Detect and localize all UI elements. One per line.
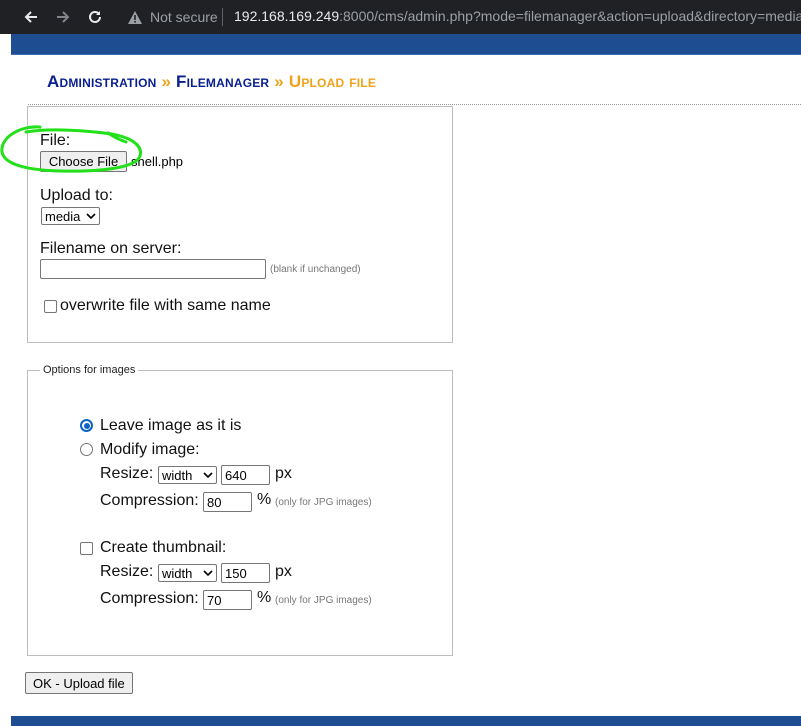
chevron-down-icon [203, 570, 213, 577]
breadcrumb-separator: » [161, 72, 172, 91]
overwrite-label: overwrite file with same name [60, 297, 271, 314]
security-label: Not secure [150, 9, 218, 25]
back-arrow-icon[interactable] [20, 6, 42, 28]
image-options-legend: Options for images [40, 364, 139, 376]
footer-bar [11, 716, 801, 726]
forward-arrow-icon[interactable] [52, 6, 74, 28]
breadcrumb-current: Upload file [288, 72, 377, 91]
resize-unit: px [275, 465, 292, 482]
url-host: 192.168.169.249 [234, 8, 340, 24]
file-fieldset: File: Choose File shell.php Upload to: m… [27, 106, 453, 343]
create-thumbnail-label: Create thumbnail: [100, 539, 227, 556]
resize-mode-select[interactable]: width [158, 466, 217, 484]
security-indicator[interactable]: Not secure [127, 8, 218, 26]
choose-file-button[interactable]: Choose File [40, 151, 127, 172]
header-bar [11, 34, 801, 55]
leave-image-radio[interactable] [80, 419, 93, 432]
reload-icon[interactable] [84, 6, 106, 28]
compression-hint: (only for JPG images) [275, 497, 372, 508]
thumb-compression-label: Compression: [100, 590, 199, 607]
modify-image-radio[interactable] [80, 443, 93, 456]
breadcrumb-filemanager[interactable]: Filemanager [176, 72, 269, 91]
resize-mode-value: width [162, 467, 193, 483]
thumb-resize-mode-value: width [162, 565, 193, 581]
resize-value-input[interactable]: 640 [221, 465, 270, 485]
resize-label: Resize: [100, 465, 154, 482]
thumb-resize-mode-select[interactable]: width [158, 564, 217, 582]
warning-icon [128, 10, 142, 24]
upload-to-value: media [45, 208, 81, 224]
modify-image-label: Modify image: [100, 441, 200, 458]
chevron-down-icon [86, 213, 96, 220]
breadcrumb: Administration » Filemanager » Upload fi… [47, 72, 376, 92]
filename-hint: (blank if unchanged) [270, 264, 361, 275]
thumb-resize-label: Resize: [100, 563, 154, 580]
breadcrumb-administration[interactable]: Administration [47, 72, 157, 91]
breadcrumb-separator: » [274, 72, 284, 91]
chevron-down-icon [203, 472, 213, 479]
upload-submit-button[interactable]: OK - Upload file [25, 672, 133, 694]
upload-to-select[interactable]: media [41, 207, 100, 225]
compression-label: Compression: [100, 492, 199, 509]
upload-to-label: Upload to: [40, 187, 113, 204]
image-options-fieldset: Options for images Leave image as it is … [27, 364, 453, 656]
url-path: :8000/cms/admin.php?mode=filemanager&act… [339, 8, 801, 24]
compression-unit: % [257, 491, 272, 508]
filename-input[interactable] [40, 259, 266, 279]
browser-toolbar: Not secure 192.168.169.249:8000/cms/admi… [0, 0, 801, 34]
heading-divider [28, 104, 801, 105]
thumb-compression-hint: (only for JPG images) [275, 595, 372, 606]
overwrite-checkbox[interactable] [44, 300, 57, 313]
create-thumbnail-checkbox[interactable] [80, 542, 93, 555]
compression-input[interactable]: 80 [203, 492, 252, 512]
thumb-compression-unit: % [257, 589, 272, 606]
filename-label: Filename on server: [40, 240, 182, 257]
chosen-file-name: shell.php [131, 154, 184, 169]
thumb-resize-unit: px [275, 563, 292, 580]
file-label: File: [40, 132, 71, 149]
omnibox-separator [222, 8, 223, 26]
thumb-resize-value-input[interactable]: 150 [221, 563, 270, 583]
leave-image-label: Leave image as it is [100, 417, 242, 434]
thumb-compression-input[interactable]: 70 [203, 590, 252, 610]
address-bar[interactable]: 192.168.169.249:8000/cms/admin.php?mode=… [234, 8, 801, 26]
